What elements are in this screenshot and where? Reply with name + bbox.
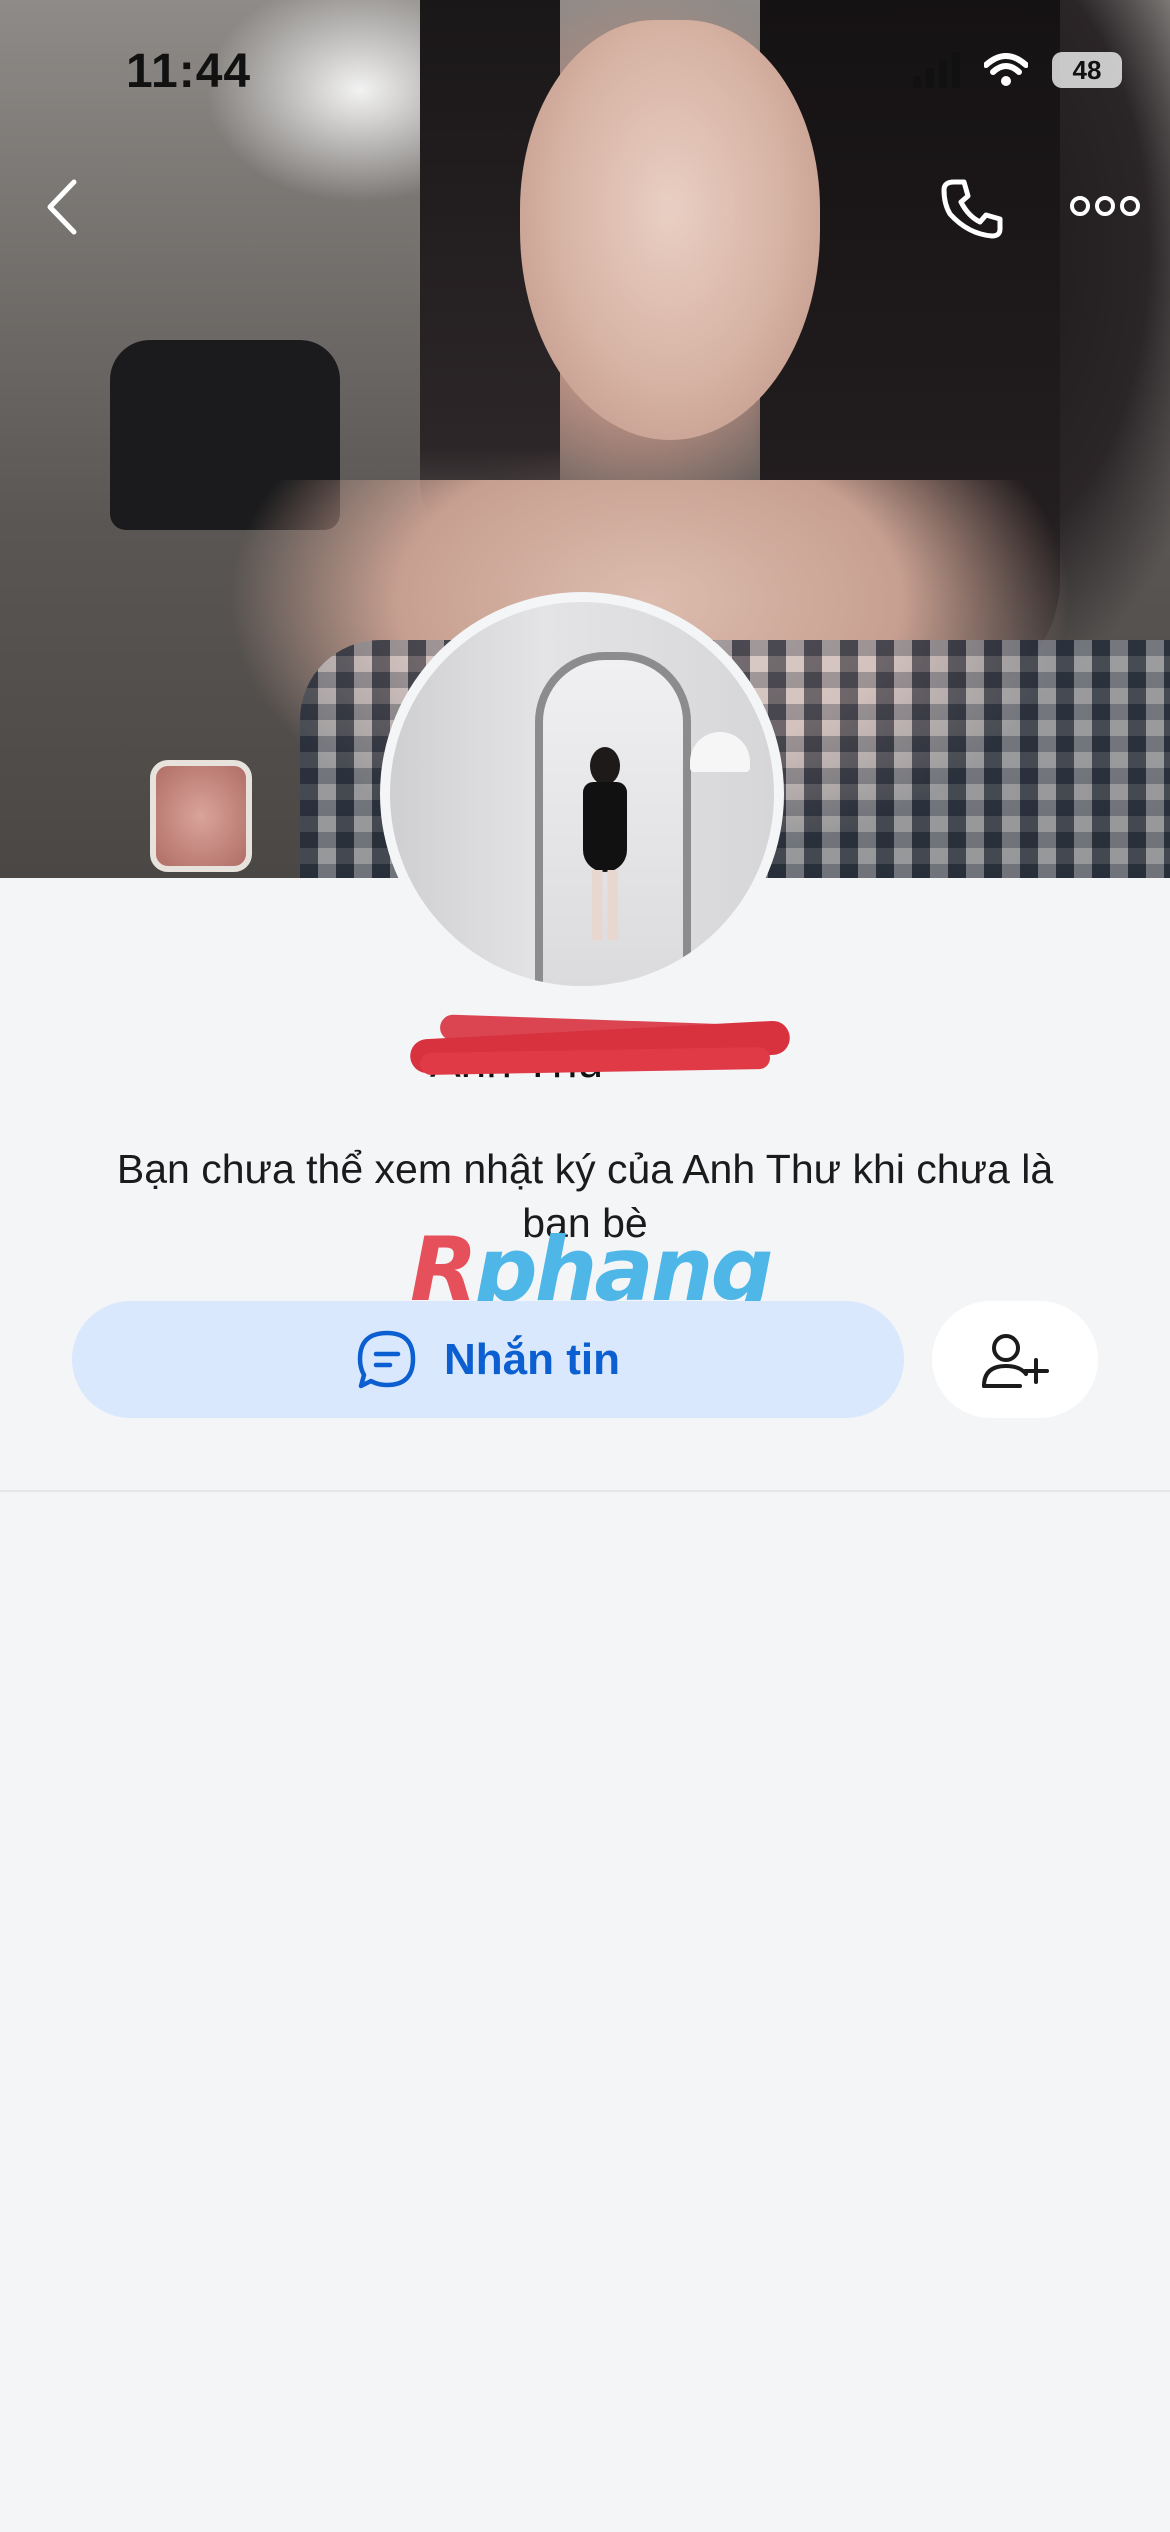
cover-watch — [150, 760, 252, 872]
status-time: 11:44 — [126, 45, 252, 98]
profile-name-area: Anh Thư — [409, 1012, 800, 1087]
phone-call-icon[interactable] — [940, 176, 1004, 240]
status-bar-right: 48 — [913, 52, 1122, 88]
message-button[interactable]: Nhắn tin — [72, 1301, 904, 1418]
cellular-signal-icon — [913, 52, 960, 88]
avatar-figure-head — [590, 747, 620, 785]
avatar-lamp — [690, 732, 750, 772]
section-divider — [0, 1490, 1170, 1492]
message-button-label: Nhắn tin — [444, 1334, 620, 1384]
cover-face — [520, 20, 820, 440]
back-icon[interactable] — [44, 178, 80, 236]
profile-avatar[interactable] — [380, 592, 784, 996]
add-friend-icon — [982, 1333, 1049, 1388]
avatar-figure-legs — [592, 870, 618, 940]
avatar-figure-dress — [583, 782, 627, 872]
battery-indicator: 48 — [1052, 52, 1122, 88]
chat-bubble-icon — [357, 1330, 416, 1388]
more-options-icon[interactable] — [1070, 194, 1140, 218]
add-friend-button[interactable] — [932, 1301, 1098, 1418]
avatar-photo — [390, 602, 774, 986]
name-redaction-scribble — [419, 1046, 771, 1076]
wifi-icon — [984, 53, 1028, 86]
